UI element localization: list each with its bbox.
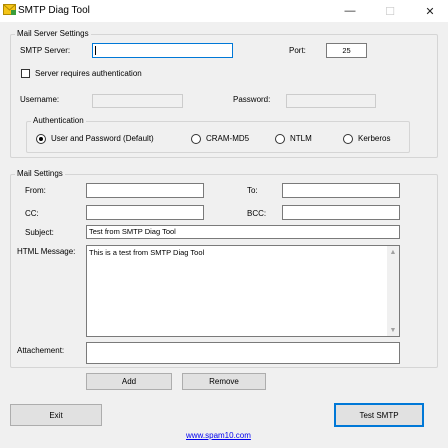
bcc-input[interactable] [282, 205, 400, 220]
port-label: Port: [289, 46, 306, 55]
from-input[interactable] [86, 183, 204, 198]
subject-input[interactable]: Test from SMTP Diag Tool [86, 225, 400, 239]
text-caret [95, 45, 96, 55]
html-message-textarea[interactable]: This is a test from SMTP Diag Tool ▲ ▼ [86, 245, 400, 337]
close-icon: ✕ [425, 5, 435, 18]
username-label: Username: [20, 95, 60, 104]
auth-cram-md5-radio[interactable] [191, 134, 201, 144]
mail-settings-legend: Mail Settings [15, 169, 65, 179]
title-bar: SMTP Diag Tool — ☐ ✕ [0, 0, 448, 22]
minimize-icon: — [344, 5, 356, 17]
close-button[interactable]: ✕ [414, 0, 446, 22]
exit-button[interactable]: Exit [10, 404, 102, 426]
auth-user-password-radio[interactable] [36, 134, 46, 144]
add-attachment-button[interactable]: Add [86, 373, 172, 390]
website-link[interactable]: www.spam10.com [186, 431, 251, 440]
auth-user-password-label: User and Password (Default) [51, 134, 154, 143]
html-message-scrollbar[interactable]: ▲ ▼ [387, 246, 399, 336]
to-input[interactable] [282, 183, 400, 198]
attachment-list[interactable] [86, 342, 400, 364]
auth-cram-md5-label: CRAM-MD5 [206, 134, 250, 143]
chevron-down-icon[interactable]: ▼ [387, 324, 399, 336]
port-input[interactable]: 25 [326, 43, 367, 58]
subject-label: Subject: [25, 228, 54, 237]
auth-kerberos-label: Kerberos [358, 134, 391, 143]
chevron-up-icon[interactable]: ▲ [387, 246, 399, 258]
from-label: From: [25, 186, 46, 195]
maximize-button: ☐ [374, 0, 406, 22]
window-title: SMTP Diag Tool [18, 5, 90, 16]
html-message-text: This is a test from SMTP Diag Tool [89, 248, 205, 257]
html-message-label: HTML Message: [17, 247, 76, 256]
bcc-label: BCC: [247, 209, 267, 218]
mail-server-settings-legend: Mail Server Settings [15, 29, 91, 39]
minimize-button[interactable]: — [334, 0, 366, 22]
cc-label: CC: [25, 209, 39, 218]
maximize-icon: ☐ [385, 5, 395, 18]
test-smtp-button[interactable]: Test SMTP [334, 403, 424, 427]
cc-input[interactable] [86, 205, 204, 220]
to-label: To: [247, 186, 258, 195]
auth-required-checkbox[interactable] [21, 69, 30, 78]
auth-ntlm-label: NTLM [290, 134, 312, 143]
auth-ntlm-radio[interactable] [275, 134, 285, 144]
authentication-legend: Authentication [31, 116, 86, 126]
username-input[interactable] [92, 94, 183, 108]
envelope-icon [3, 4, 16, 15]
smtp-server-label: SMTP Server: [20, 46, 71, 55]
attachment-label: Attachement: [17, 346, 65, 355]
password-label: Password: [233, 95, 271, 104]
auth-required-label: Server requires authentication [35, 69, 142, 78]
smtp-server-input[interactable] [92, 43, 233, 58]
auth-kerberos-radio[interactable] [343, 134, 353, 144]
password-input[interactable] [286, 94, 376, 108]
remove-attachment-button[interactable]: Remove [182, 373, 266, 390]
